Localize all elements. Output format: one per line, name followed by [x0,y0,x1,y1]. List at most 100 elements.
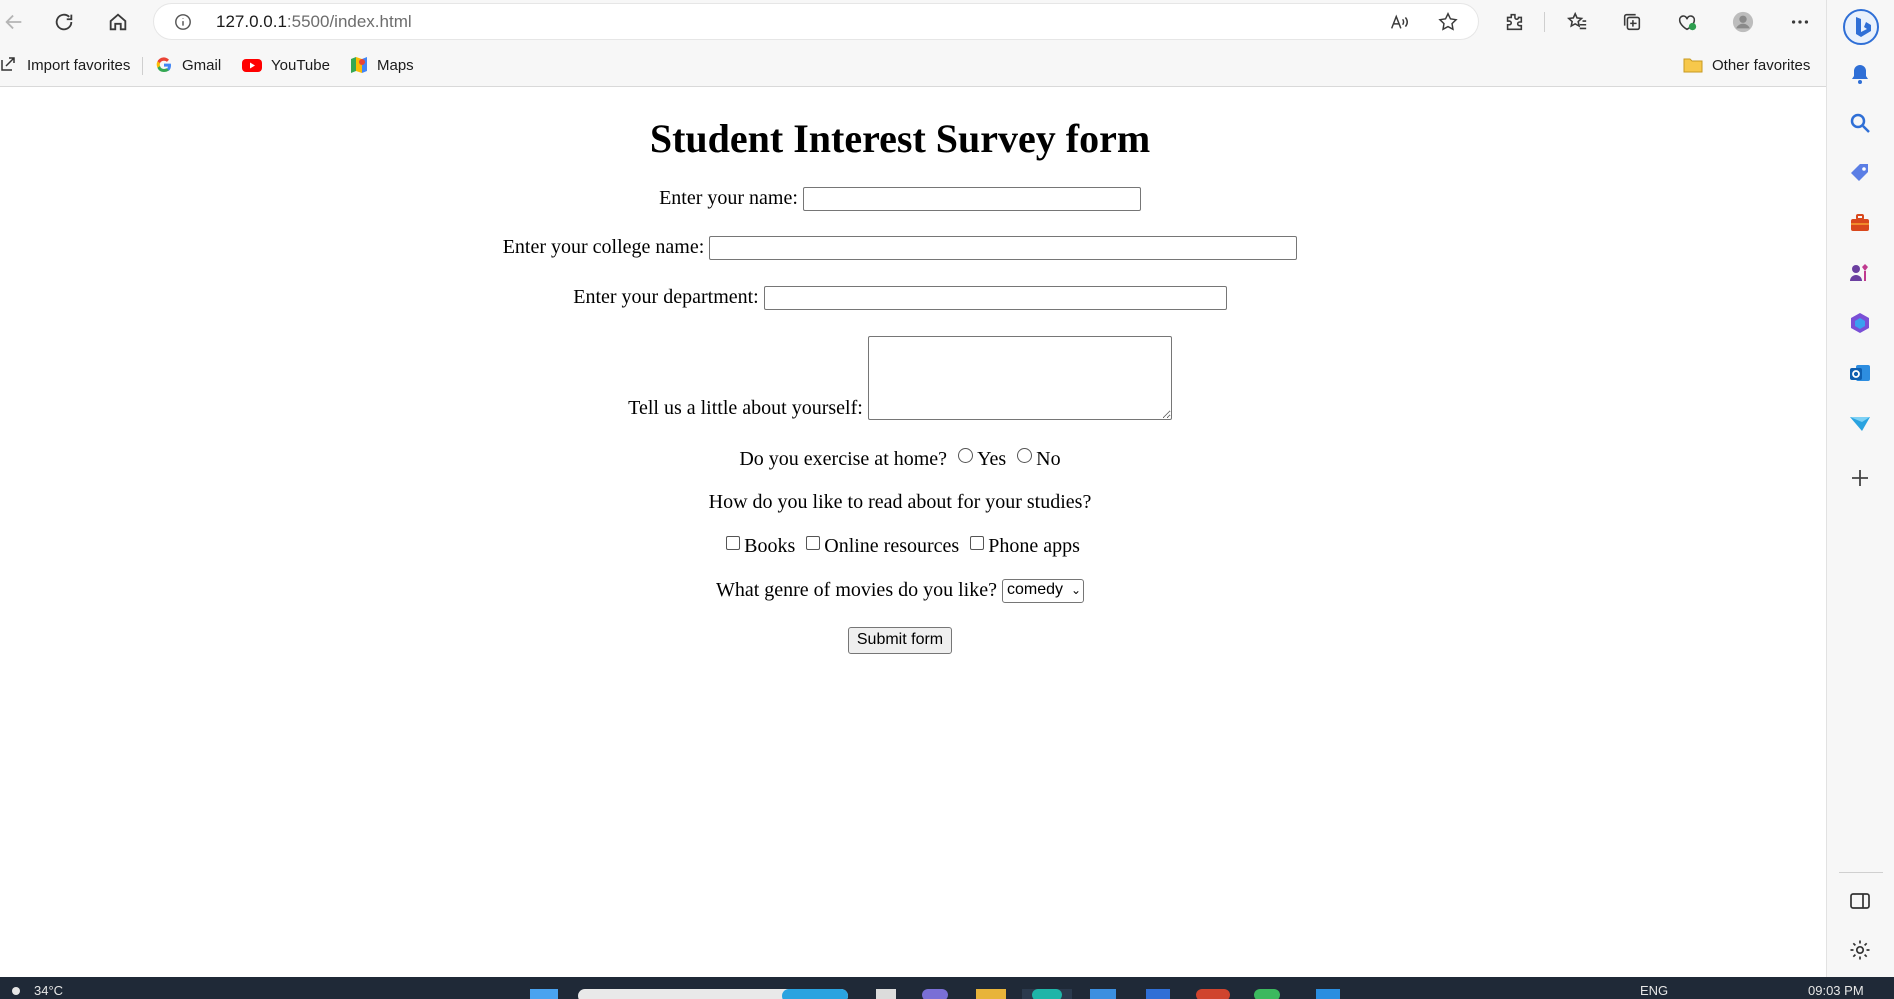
chat-app-icon[interactable] [922,989,948,999]
favorite-label: Import favorites [27,56,131,74]
online-resources-checkbox[interactable] [806,536,821,550]
read-question: How do you like to read about for your s… [708,491,1092,513]
start-icon[interactable] [530,989,558,999]
profile-avatar-icon[interactable] [1729,8,1757,36]
about-textarea[interactable] [867,336,1172,420]
windows-taskbar: 34°C ENG 09:03 PM [0,977,1894,999]
url-host: 127.0.0.1 [216,12,287,31]
copilot-icon[interactable] [1842,8,1880,46]
vscode-icon[interactable] [1316,989,1340,999]
phone-apps-label: Phone apps [988,535,1080,557]
tools-briefcase-icon[interactable] [1847,210,1873,236]
favorites-bar: Import favorites Gmail YouTube Maps Othe… [0,44,1828,87]
favorite-star-icon[interactable] [1437,11,1459,33]
genre-select[interactable]: comedy ⌄ [1001,579,1085,604]
chrome-icon[interactable] [1196,989,1230,999]
address-bar[interactable]: 127.0.0.1:5500/index.html [154,4,1478,39]
about-label: Tell us a little about yourself: [628,397,863,419]
sidebar-settings-gear-icon[interactable] [1847,937,1873,963]
exercise-no-radio[interactable] [1017,448,1033,463]
refresh-icon[interactable] [50,8,78,36]
task-view-icon[interactable] [876,989,896,999]
college-label: Enter your college name: [502,236,705,258]
shopping-tag-icon[interactable] [1847,160,1873,186]
other-favorites[interactable]: Other favorites [1683,54,1810,76]
notifications-bell-icon[interactable] [1847,61,1873,87]
games-icon[interactable] [1847,260,1873,286]
favorite-import[interactable]: Import favorites [0,54,130,76]
other-favorites-label: Other favorites [1712,56,1811,74]
favorites-divider [142,57,143,75]
online-resources-label: Online resources [824,535,960,557]
microsoft365-icon[interactable] [1847,310,1873,336]
department-input[interactable] [763,286,1227,311]
google-icon [155,56,173,74]
name-input[interactable] [802,187,1141,212]
genre-selected-value: comedy [1006,581,1063,599]
more-options-icon[interactable] [1786,8,1814,36]
whatsapp-icon[interactable] [1254,989,1280,999]
sidebar-divider [1839,872,1883,873]
maps-icon [350,56,368,74]
college-input[interactable] [709,236,1298,261]
weather-widget[interactable]: 34°C [12,983,63,998]
toolbar-divider [1544,12,1545,32]
exercise-row: Do you exercise at home? Yes No [0,448,1800,471]
home-icon[interactable] [104,8,132,36]
import-icon [0,56,18,74]
genre-row: What genre of movies do you like? comedy… [0,579,1800,604]
edge-sidebar [1826,0,1894,977]
favorites-icon[interactable] [1563,8,1591,36]
favorite-label: Maps [377,56,414,74]
about-row: Tell us a little about yourself: [0,336,1800,420]
favorite-gmail[interactable]: Gmail [155,54,221,76]
collections-icon[interactable] [1618,8,1646,36]
clock-time[interactable]: 09:03 PM [1808,983,1864,998]
extensions-icon[interactable] [1500,8,1528,36]
youtube-icon [242,56,262,74]
read-options-row: Books Online resources Phone apps [0,535,1800,558]
url-text: 127.0.0.1:5500/index.html [216,12,412,32]
name-row: Enter your name: [0,187,1800,212]
folder-icon [1683,56,1703,74]
exercise-question: Do you exercise at home? [739,448,948,470]
genre-question: What genre of movies do you like? [715,579,997,601]
department-label: Enter your department: [573,286,759,308]
weather-icon [12,987,20,995]
site-info-icon[interactable] [174,13,192,31]
read-aloud-icon[interactable] [1388,11,1410,33]
search-highlight-icon [782,989,848,999]
url-path: :5500/index.html [286,12,412,31]
favorite-youtube[interactable]: YouTube [242,54,330,76]
file-explorer-icon[interactable] [976,989,1006,999]
chevron-down-icon: ⌄ [1071,583,1082,598]
books-checkbox[interactable] [726,536,741,550]
search-icon[interactable] [1847,110,1873,136]
form-title: Student Interest Survey form [649,116,1151,161]
drop-send-icon[interactable] [1847,410,1873,436]
hide-sidebar-icon[interactable] [1847,888,1873,914]
edge-taskbar-icon[interactable] [1032,989,1062,999]
store-icon[interactable] [1090,989,1116,999]
weather-temp: 34°C [34,983,64,998]
back-icon[interactable] [0,8,28,36]
page-content: Student Interest Survey form Enter your … [0,87,1826,977]
favorite-maps[interactable]: Maps [350,54,414,76]
language-indicator[interactable]: ENG [1640,983,1668,998]
app-icon[interactable] [1146,989,1170,999]
favorite-label: Gmail [182,56,222,74]
books-label: Books [744,535,796,557]
exercise-yes-label: Yes [977,448,1007,470]
browser-essentials-icon[interactable] [1673,8,1701,36]
read-question-row: How do you like to read about for your s… [0,491,1800,514]
college-row: Enter your college name: [0,236,1800,261]
browser-toolbar: 127.0.0.1:5500/index.html [0,0,1828,44]
exercise-yes-radio[interactable] [958,448,974,463]
department-row: Enter your department: [0,286,1800,311]
phone-apps-checkbox[interactable] [970,536,985,550]
submit-row: Submit form [0,627,1800,654]
outlook-icon[interactable] [1847,360,1873,386]
submit-button[interactable]: Submit form [847,627,953,654]
add-sidebar-app-icon[interactable] [1847,465,1873,491]
exercise-no-label: No [1036,448,1061,470]
